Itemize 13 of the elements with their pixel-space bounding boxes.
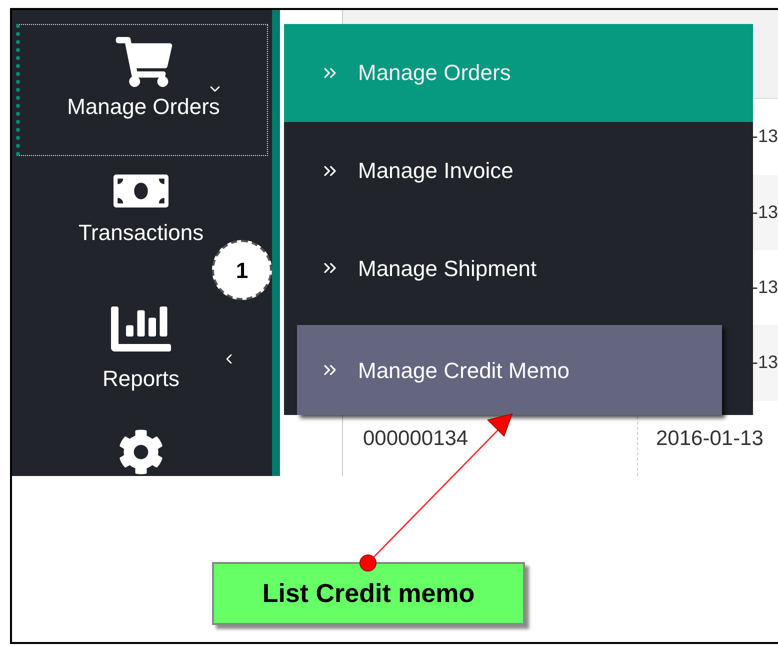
callout-label: List Credit memo xyxy=(212,562,525,625)
sidebar-item[interactable]: Transactions xyxy=(16,156,210,286)
submenu-item[interactable]: Manage Invoice xyxy=(284,122,753,220)
table-cell-text: 000000134 xyxy=(362,426,468,452)
sidebar-item[interactable]: Manage Orders xyxy=(16,24,268,156)
table-cell-text: 2016-01-13 xyxy=(656,426,764,452)
sidebar-item[interactable]: Reports xyxy=(16,286,210,416)
submenu-item[interactable]: Manage Shipment xyxy=(284,220,753,318)
table-cell-text: -13 xyxy=(752,351,778,374)
table-cell-text: -13 xyxy=(752,200,778,224)
table-cell-text: -13 xyxy=(752,125,778,148)
table-cell-text: -13 xyxy=(752,276,778,300)
submenu-item[interactable]: Manage Credit Memo xyxy=(297,325,722,416)
